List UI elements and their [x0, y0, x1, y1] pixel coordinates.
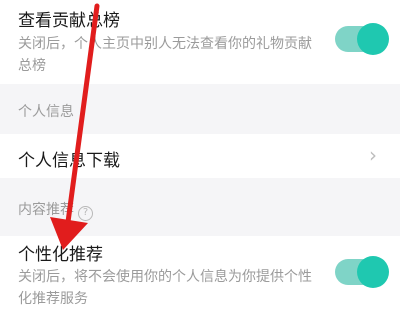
- contribution-setting-row: 查看贡献总榜 关闭后，个人主页中别人无法查看你的礼物贡献总榜: [0, 0, 400, 84]
- personal-info-download-row[interactable]: 个人信息下载 ›: [0, 134, 400, 178]
- personal-info-group-header: 个人信息: [0, 84, 400, 134]
- content-rec-group-label: 内容推荐?: [18, 199, 93, 221]
- personalized-rec-toggle[interactable]: [335, 256, 389, 288]
- help-icon[interactable]: ?: [78, 206, 93, 221]
- contribution-title: 查看贡献总榜: [18, 11, 120, 31]
- personalized-rec-title: 个性化推荐: [18, 245, 103, 265]
- personal-info-download-label: 个人信息下载: [18, 151, 120, 171]
- toggle-knob: [357, 23, 389, 55]
- content-rec-group-text: 内容推荐: [18, 202, 74, 218]
- toggle-knob: [357, 256, 389, 288]
- content-rec-group-header: 内容推荐?: [0, 178, 400, 236]
- personal-info-group-label: 个人信息: [18, 104, 74, 120]
- contribution-description: 关闭后，个人主页中别人无法查看你的礼物贡献总榜: [18, 36, 312, 74]
- chevron-right-icon: ›: [369, 143, 377, 167]
- personalized-rec-row: 个性化推荐 关闭后，将不会使用你的个人信息为你提供个性化推荐服务: [0, 236, 400, 317]
- personalized-rec-description: 关闭后，将不会使用你的个人信息为你提供个性化推荐服务: [18, 269, 312, 307]
- contribution-toggle[interactable]: [335, 23, 389, 55]
